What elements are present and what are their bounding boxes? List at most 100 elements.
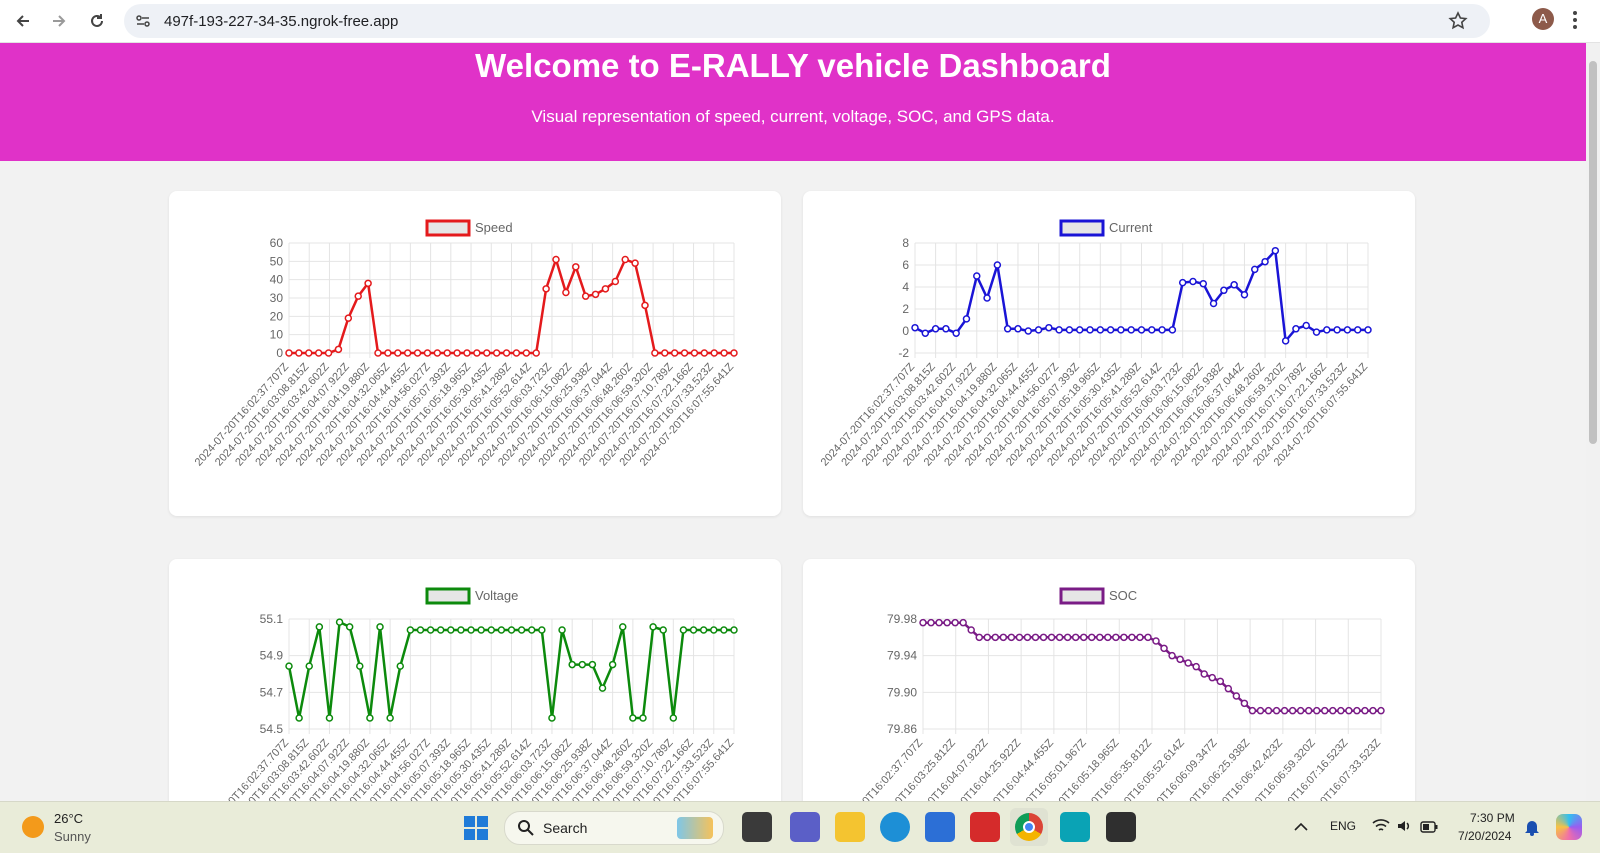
search-highlight-icon [677, 817, 713, 839]
weather-condition[interactable]: Sunny [54, 829, 91, 844]
windows-start-icon[interactable] [464, 816, 488, 845]
legend-label: SOC [1109, 588, 1137, 603]
weather-sun-icon[interactable] [22, 816, 44, 838]
page-scrollbar[interactable] [1586, 43, 1600, 801]
data-point [502, 349, 511, 357]
site-info-icon[interactable] [134, 12, 152, 35]
data-point [325, 714, 334, 722]
bookmark-star-icon[interactable] [1448, 11, 1468, 36]
chrome-active-background[interactable] [1010, 808, 1048, 846]
url-text[interactable]: 497f-193-227-34-35.ngrok-free.app [164, 13, 398, 30]
data-point [483, 349, 491, 357]
data-point [376, 623, 384, 631]
data-point [1200, 670, 1208, 678]
legend-label: Voltage [475, 588, 518, 603]
data-point [1014, 325, 1022, 333]
volume-icon[interactable] [1396, 818, 1412, 839]
weather-temperature[interactable]: 26°C [54, 811, 83, 826]
teams-icon[interactable] [790, 812, 820, 842]
language-indicator[interactable]: ENG [1330, 819, 1356, 833]
data-point [935, 618, 943, 627]
data-point [1003, 325, 1012, 333]
data-point [1148, 326, 1156, 334]
mcafee-icon[interactable] [970, 812, 1000, 842]
reload-icon[interactable] [82, 6, 112, 36]
menu-kebab-icon[interactable] [1572, 10, 1578, 35]
data-point [517, 626, 526, 634]
data-point [730, 349, 738, 357]
data-point [1377, 706, 1385, 715]
data-point [1096, 326, 1105, 334]
data-point [527, 626, 536, 634]
data-point [983, 633, 992, 642]
data-point [1230, 281, 1238, 289]
data-point [497, 626, 506, 634]
y-tick-label: 30 [270, 291, 284, 305]
y-tick-label: 79.98 [887, 612, 917, 626]
data-point [1189, 277, 1197, 286]
data-point [962, 315, 971, 323]
wifi-icon[interactable] [1372, 818, 1390, 839]
data-point [1055, 326, 1063, 334]
data-point [700, 349, 709, 357]
data-point [1023, 633, 1032, 642]
data-point [1152, 637, 1160, 645]
scrollbar-thumb[interactable] [1589, 61, 1597, 444]
data-point [457, 626, 465, 634]
task-view-icon[interactable] [742, 812, 772, 842]
chevron-up-icon[interactable] [1294, 819, 1308, 837]
data-point [384, 349, 392, 357]
data-point [552, 255, 560, 264]
data-point [921, 329, 930, 337]
battery-icon[interactable] [1420, 820, 1438, 838]
data-point [1104, 633, 1112, 642]
data-point [629, 714, 637, 722]
terminal-icon[interactable] [1106, 812, 1136, 842]
soc-chart-card: SOC 79.98 79.94 79.90 79.86 2024-07-20T16:02:… [803, 559, 1415, 801]
speed-chart: Speed60504030201002024-07-20T16:02:37.70… [193, 219, 738, 469]
current-chart-card: Current 8 6 4 2 0 -2 2024-07-20T16:02:37.707Z 20… [803, 191, 1415, 516]
data-point [608, 660, 617, 669]
store-icon[interactable] [925, 812, 955, 842]
forward-icon[interactable] [44, 6, 74, 36]
address-bar[interactable]: 497f-193-227-34-35.ngrok-free.app [124, 4, 1490, 38]
data-point [447, 626, 455, 634]
y-tick-label: 60 [270, 236, 284, 250]
profile-avatar[interactable]: A [1532, 8, 1554, 30]
page-content: Welcome to E-RALLY vehicle Dashboard Vis… [0, 43, 1586, 801]
data-point [651, 349, 659, 357]
data-point [364, 279, 372, 288]
copilot-icon[interactable] [1556, 814, 1582, 840]
notification-bell-icon[interactable] [1524, 818, 1540, 841]
data-point [1264, 706, 1273, 715]
y-tick-label: 50 [270, 254, 284, 268]
voltage-chart: Voltage55.154.954.754.52024-07-20T16:02:… [193, 587, 738, 801]
data-point [669, 714, 678, 722]
data-point [562, 288, 570, 297]
data-point [1251, 265, 1259, 274]
taskbar-search-box[interactable]: Search [504, 811, 724, 845]
edge-icon[interactable] [880, 812, 910, 842]
data-point [1192, 662, 1200, 671]
file-explorer-icon[interactable] [835, 812, 865, 842]
data-point [538, 626, 546, 634]
clock-date[interactable]: 7/20/2024 [1458, 829, 1511, 843]
data-point [396, 662, 404, 670]
arduino-icon[interactable] [1060, 812, 1090, 842]
y-tick-label: 79.86 [887, 722, 917, 736]
data-point [730, 626, 738, 634]
back-icon[interactable] [8, 6, 38, 36]
clock-time[interactable]: 7:30 PM [1470, 811, 1515, 825]
page-subtitle: Visual representation of speed, current,… [531, 107, 1055, 126]
data-point [641, 301, 649, 310]
data-point [975, 633, 983, 642]
data-point [661, 349, 669, 357]
chrome-icon[interactable] [1015, 813, 1043, 841]
data-point [443, 349, 451, 357]
data-point [1337, 706, 1345, 715]
data-point [1220, 286, 1228, 295]
data-point [598, 684, 607, 692]
data-point [967, 626, 975, 634]
data-point [1031, 633, 1040, 642]
data-point [649, 623, 657, 631]
